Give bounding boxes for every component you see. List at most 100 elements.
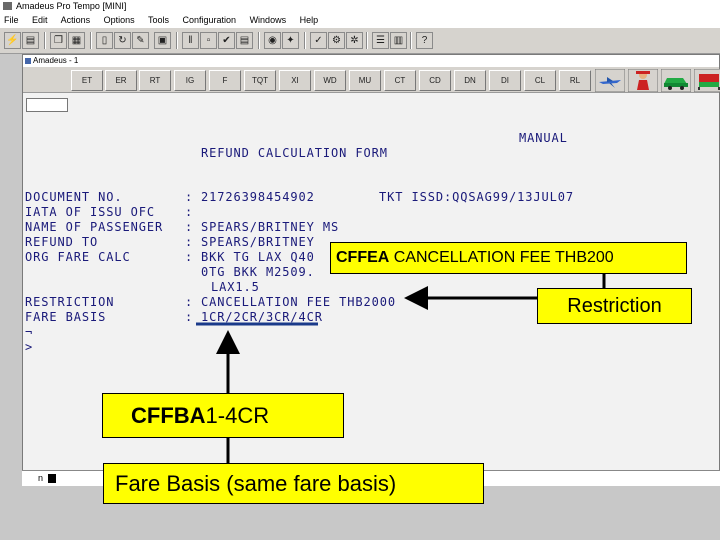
main-toolbar: ⚡ ▤ ❐ ▦ ▯ ↻ ✎ ▣ ‖ ▫ ✔ ▤ ◉ ✦ ✓ ⚙ ✲ ☰ ▥ ?	[0, 28, 720, 54]
callout-fare-basis-code-rest: 1-4CR	[205, 403, 270, 428]
toolbar-copy-icon[interactable]: ❐	[50, 32, 67, 49]
value-restriction: CANCELLATION FEE THB2000	[201, 295, 396, 309]
hotel-icon[interactable]	[694, 69, 720, 92]
cmd-button-tqt[interactable]: TQT	[244, 70, 276, 91]
menu-tools[interactable]: Tools	[148, 15, 169, 25]
toolbar-gear-icon[interactable]: ⚙	[328, 32, 345, 49]
car-icon[interactable]	[661, 69, 691, 92]
callout-restriction: Restriction	[537, 288, 692, 324]
command-bar: ET ER RT IG F TQT XI WD MU CT CD DN DI C…	[23, 67, 720, 93]
form-title: REFUND CALCULATION FORM	[201, 146, 388, 160]
label-fare-basis: FARE BASIS	[25, 310, 107, 324]
cmd-button-cl[interactable]: CL	[524, 70, 556, 91]
toolbar-help-icon[interactable]: ?	[416, 32, 433, 49]
value-ticket-issued: TKT ISSD:QQSAG99/13JUL07	[379, 190, 574, 204]
menu-actions[interactable]: Actions	[61, 15, 91, 25]
toolbar-connect-icon[interactable]: ⚡	[4, 32, 21, 49]
label-iata-office: IATA OF ISSU OFC	[25, 205, 155, 219]
sep-refund-to: :	[185, 235, 194, 249]
toolbar-separator	[44, 32, 46, 49]
menu-edit[interactable]: Edit	[32, 15, 48, 25]
toolbar-separator	[90, 32, 92, 49]
toolbar-note-icon[interactable]: ▣	[154, 32, 171, 49]
cmd-button-ct[interactable]: CT	[384, 70, 416, 91]
value-refund-to: SPEARS/BRITNEY	[201, 235, 315, 249]
toolbar-separator	[304, 32, 306, 49]
toolbar-separator	[258, 32, 260, 49]
label-document-no: DOCUMENT NO.	[25, 190, 123, 204]
toolbar-blank-icon[interactable]: ▫	[200, 32, 217, 49]
toolbar-paste-icon[interactable]: ▦	[68, 32, 85, 49]
label-org-fare-calc: ORG FARE CALC	[25, 250, 131, 264]
cmd-button-ig[interactable]: IG	[174, 70, 206, 91]
sep-org-fare-calc: :	[185, 250, 194, 264]
value-document-no: 21726398454902	[201, 190, 315, 204]
toolbar-cols-icon[interactable]: ‖	[182, 32, 199, 49]
label-refund-to: REFUND TO	[25, 235, 99, 249]
callout-cancellation-fee-code: CFFEA	[336, 249, 390, 266]
toolbar-separator	[366, 32, 368, 49]
toolbar-settings-icon[interactable]: ✲	[346, 32, 363, 49]
label-restriction: RESTRICTION	[25, 295, 115, 309]
label-passenger-name: NAME OF PASSENGER	[25, 220, 164, 234]
toolbar-separator	[176, 32, 178, 49]
cmd-button-mu[interactable]: MU	[349, 70, 381, 91]
toolbar-refresh-icon[interactable]: ↻	[114, 32, 131, 49]
cmd-button-di[interactable]: DI	[489, 70, 521, 91]
cmd-button-f[interactable]: F	[209, 70, 241, 91]
cursor-block-icon	[48, 474, 56, 483]
toolbar-separator	[410, 32, 412, 49]
session-icon	[25, 58, 31, 64]
window-title: Amadeus Pro Tempo [MINI]	[16, 1, 127, 11]
toolbar-doc-icon[interactable]: ▤	[236, 32, 253, 49]
sep-passenger-name: :	[185, 220, 194, 234]
menu-file[interactable]: File	[4, 15, 19, 25]
toolbar-globe-icon[interactable]: ✦	[282, 32, 299, 49]
menu-configuration[interactable]: Configuration	[183, 15, 237, 25]
command-input[interactable]	[26, 98, 68, 112]
sep-restriction: :	[185, 295, 194, 309]
menu-windows[interactable]: Windows	[250, 15, 287, 25]
menubar: File Edit Actions Options Tools Configur…	[0, 12, 720, 28]
value-fare-calc-line2: 0TG BKK M2509.	[201, 265, 315, 279]
sep-document-no: :	[185, 190, 194, 204]
terminal-prompt[interactable]: >	[25, 340, 33, 354]
callout-cancellation-fee-text: CANCELLATION FEE THB200	[389, 249, 614, 266]
value-fare-calc-line3: LAX1.5	[211, 280, 260, 294]
cmd-button-wd[interactable]: WD	[314, 70, 346, 91]
callout-fare-basis-code: CFFBA1-4CR	[102, 393, 344, 438]
sep-iata-office: :	[185, 205, 194, 219]
cmd-button-rl[interactable]: RL	[559, 70, 591, 91]
cmd-button-cd[interactable]: CD	[419, 70, 451, 91]
callout-cancellation-fee: CFFEA CANCELLATION FEE THB200	[330, 242, 687, 274]
airplane-icon[interactable]	[595, 69, 625, 92]
menu-help[interactable]: Help	[300, 15, 319, 25]
cmd-button-er[interactable]: ER	[105, 70, 137, 91]
toolbar-check-icon[interactable]: ✔	[218, 32, 235, 49]
toolbar-chart-icon[interactable]: ✓	[310, 32, 327, 49]
cmd-button-rt[interactable]: RT	[139, 70, 171, 91]
menu-options[interactable]: Options	[104, 15, 135, 25]
toolbar-print-icon[interactable]: ▤	[22, 32, 39, 49]
toolbar-tool-icon[interactable]: ✎	[132, 32, 149, 49]
traveler-icon[interactable]	[628, 69, 658, 92]
manual-label: MANUAL	[519, 131, 568, 145]
value-fare-basis: 1CR/2CR/3CR/4CR	[201, 310, 323, 324]
callout-fare-basis-code-bold: CFFBA	[131, 403, 206, 428]
value-org-fare-calc: BKK TG LAX Q40	[201, 250, 315, 264]
callout-fare-basis-note: Fare Basis (same fare basis)	[103, 463, 484, 504]
cmd-button-dn[interactable]: DN	[454, 70, 486, 91]
sep-fare-basis: :	[185, 310, 194, 324]
value-passenger-name: SPEARS/BRITNEY MS	[201, 220, 340, 234]
toolbar-form-icon[interactable]: ▥	[390, 32, 407, 49]
terminal-marker: ¬	[25, 325, 34, 339]
session-titlebar: Amadeus - 1	[23, 55, 719, 67]
session-title: Amadeus - 1	[33, 56, 79, 65]
cmd-button-xi[interactable]: XI	[279, 70, 311, 91]
toolbar-camera-icon[interactable]: ◉	[264, 32, 281, 49]
window-titlebar: Amadeus Pro Tempo [MINI]	[0, 0, 720, 12]
app-icon	[3, 2, 12, 10]
toolbar-page-icon[interactable]: ▯	[96, 32, 113, 49]
toolbar-list-icon[interactable]: ☰	[372, 32, 389, 49]
cmd-button-et[interactable]: ET	[71, 70, 103, 91]
